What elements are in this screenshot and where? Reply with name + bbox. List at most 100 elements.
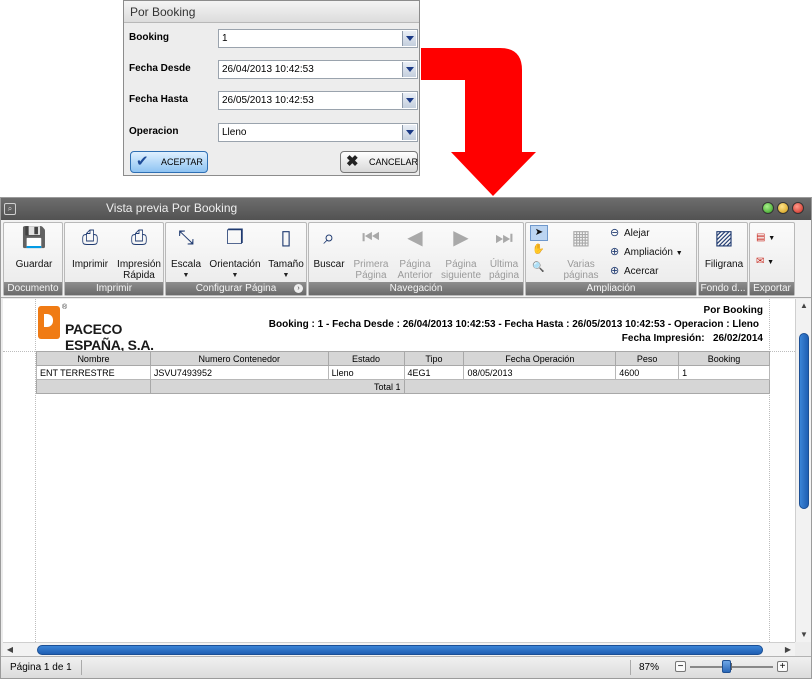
report-filters: Booking : 1 - Fecha Desde : 26/04/2013 1… — [268, 319, 759, 330]
ultima-pagina-button[interactable]: ⏭ Última página — [485, 225, 523, 281]
acercar-button[interactable]: ⊕ Acercar — [610, 264, 658, 279]
cell-peso: 4600 — [615, 365, 680, 380]
imprimir-button[interactable]: ⎙ Imprimir — [67, 225, 113, 270]
first-page-icon: ⏮ — [362, 227, 380, 249]
print-date-label: Fecha Impresión: — [621, 333, 705, 344]
close-window-button[interactable] — [792, 202, 804, 214]
group-label-configurar: Configurar Página — [166, 282, 306, 295]
col-numero-contenedor: Numero Contenedor — [149, 351, 329, 366]
minimize-button[interactable] — [762, 202, 774, 214]
escala-button[interactable]: ⤡ Escala ▼ — [168, 225, 204, 281]
document-preview[interactable]: ® PACECO ESPAÑA, S.A. Por Booking Bookin… — [3, 299, 795, 642]
total-label: Total 1 — [149, 379, 405, 394]
table-total-row: Total 1 — [36, 379, 771, 394]
dialog-launcher-icon[interactable]: › — [294, 284, 303, 293]
orientation-icon: ❐ — [226, 227, 244, 249]
zoom-slider-thumb[interactable] — [722, 660, 731, 673]
arrow-icon — [421, 48, 536, 196]
horizontal-scroll-thumb[interactable] — [37, 645, 763, 655]
hand-tool-icon[interactable]: ✋ — [532, 243, 544, 257]
scroll-left-icon[interactable]: ◀ — [3, 643, 17, 657]
col-booking: Booking — [678, 351, 770, 366]
maximize-button[interactable] — [777, 202, 789, 214]
orientacion-button[interactable]: ❐ Orientación ▼ — [206, 225, 264, 281]
primera-label-2: Página — [355, 270, 387, 281]
group-documento: 💾 Guardar Documento — [3, 222, 63, 296]
cell-tipo: 4EG1 — [403, 365, 465, 380]
varias-label-1: Varias — [567, 259, 595, 270]
filigrana-button[interactable]: ▨ Filigrana — [700, 225, 748, 270]
floppy-disk-icon: 💾 — [21, 227, 47, 249]
multiple-pages-icon: ▦ — [571, 227, 591, 249]
zoom-out-button[interactable]: − — [675, 661, 686, 672]
group-label-fondo: Fondo d... — [699, 282, 747, 295]
vertical-scrollbar[interactable]: ▲ ▼ — [795, 299, 811, 642]
imprimir-label: Imprimir — [71, 259, 109, 270]
last-page-icon: ⏭ — [495, 227, 513, 249]
ampliacion-dropdown[interactable]: ⊕ Ampliación ▼ — [610, 245, 683, 261]
buscar-button[interactable]: ⌕ Buscar — [311, 225, 347, 270]
scrollbar-corner — [795, 642, 811, 656]
group-label-configurar-text: Configurar Página — [195, 283, 277, 294]
group-label-ampliacion: Ampliación — [526, 282, 696, 295]
guardar-label: Guardar — [15, 259, 53, 270]
primera-pagina-button[interactable]: ⏮ Primera Página — [349, 225, 393, 281]
orientacion-label: Orientación — [209, 259, 261, 270]
ribbon: 💾 Guardar Documento ⎙ Imprimir ⎙ Impresi… — [1, 220, 811, 298]
varias-label-2: páginas — [563, 270, 599, 281]
pagina-anterior-button[interactable]: ◀ Página Anterior — [393, 225, 437, 281]
window-title: Vista previa Por Booking — [106, 201, 238, 215]
horizontal-scrollbar[interactable]: ◀ ▶ — [3, 642, 795, 656]
chevron-down-icon: ▼ — [768, 235, 776, 242]
filigrana-label: Filigrana — [704, 259, 744, 270]
printer-settings-icon: ⎙ — [82, 227, 98, 249]
table-row: ENT TERRESTRE JSVU7493952 Lleno 4EG1 08/… — [36, 365, 770, 380]
registered-icon: ® — [62, 304, 68, 311]
total-empty-cell — [36, 379, 151, 394]
primera-label-1: Primera — [353, 259, 389, 270]
company-logo: ® PACECO ESPAÑA, S.A. — [38, 304, 173, 353]
group-label-documento: Documento — [4, 282, 62, 295]
impresion-rapida-label-1: Impresión — [117, 259, 161, 270]
vertical-scroll-thumb[interactable] — [799, 333, 809, 509]
tamano-button[interactable]: ▯ Tamaño ▼ — [266, 225, 306, 281]
export-email-pdf-button[interactable]: ✉ ▼ — [756, 255, 774, 270]
col-estado: Estado — [327, 351, 405, 366]
report-table: Nombre Numero Contenedor Estado Tipo Fec… — [36, 351, 771, 394]
binoculars-icon: ⌕ — [323, 227, 335, 249]
next-page-icon: ▶ — [453, 227, 469, 249]
cell-booking: 1 — [678, 365, 770, 380]
printer-icon: ⎙ — [131, 227, 147, 249]
buscar-label: Buscar — [313, 259, 345, 270]
zoom-in-button[interactable]: + — [777, 661, 788, 672]
chevron-down-icon: ▼ — [231, 272, 239, 279]
scroll-down-icon[interactable]: ▼ — [796, 628, 812, 642]
guardar-button[interactable]: 💾 Guardar — [10, 225, 58, 270]
magnifier-tool-icon[interactable]: 🔍 — [532, 261, 544, 275]
group-navegacion: ⌕ Buscar ⏮ Primera Página ◀ Página Anter… — [308, 222, 524, 296]
export-pdf-button[interactable]: ▤ ▼ — [756, 231, 775, 246]
status-bar: Página 1 de 1 87% − + — [1, 656, 811, 678]
alejar-button[interactable]: ⊖ Alejar — [610, 226, 650, 241]
group-ampliacion: ➤ ✋ 🔍 ▦ Varias páginas ⊖ Alejar ⊕ Ampliaci… — [525, 222, 697, 296]
company-name: PACECO ESPAÑA, S.A. — [65, 321, 154, 353]
zoom-out-icon: ⊖ — [610, 227, 620, 239]
impresion-rapida-button[interactable]: ⎙ Impresión Rápida — [115, 225, 163, 281]
group-exportar: ▤ ▼ ✉ ▼ Exportar — [749, 222, 795, 296]
escala-label: Escala — [170, 259, 201, 270]
scroll-up-icon[interactable]: ▲ — [796, 299, 812, 313]
ampliacion-label: Ampliación — [624, 247, 673, 258]
pagina-siguiente-button[interactable]: ▶ Página siguiente — [437, 225, 485, 281]
scroll-right-icon[interactable]: ▶ — [781, 643, 795, 657]
varias-paginas-button[interactable]: ▦ Varias páginas — [556, 225, 606, 281]
acercar-label: Acercar — [624, 266, 659, 277]
zoom-level: 87% — [639, 662, 660, 673]
anterior-label-1: Página — [399, 259, 431, 270]
pointer-tool-icon[interactable]: ➤ — [530, 225, 548, 241]
table-header-row: Nombre Numero Contenedor Estado Tipo Fec… — [36, 351, 770, 366]
page-size-icon: ▯ — [280, 227, 292, 249]
page-indicator: Página 1 de 1 — [10, 662, 72, 673]
zoom-slider-tick — [731, 663, 732, 670]
col-tipo: Tipo — [403, 351, 465, 366]
pdf-icon: ▤ — [756, 232, 766, 243]
